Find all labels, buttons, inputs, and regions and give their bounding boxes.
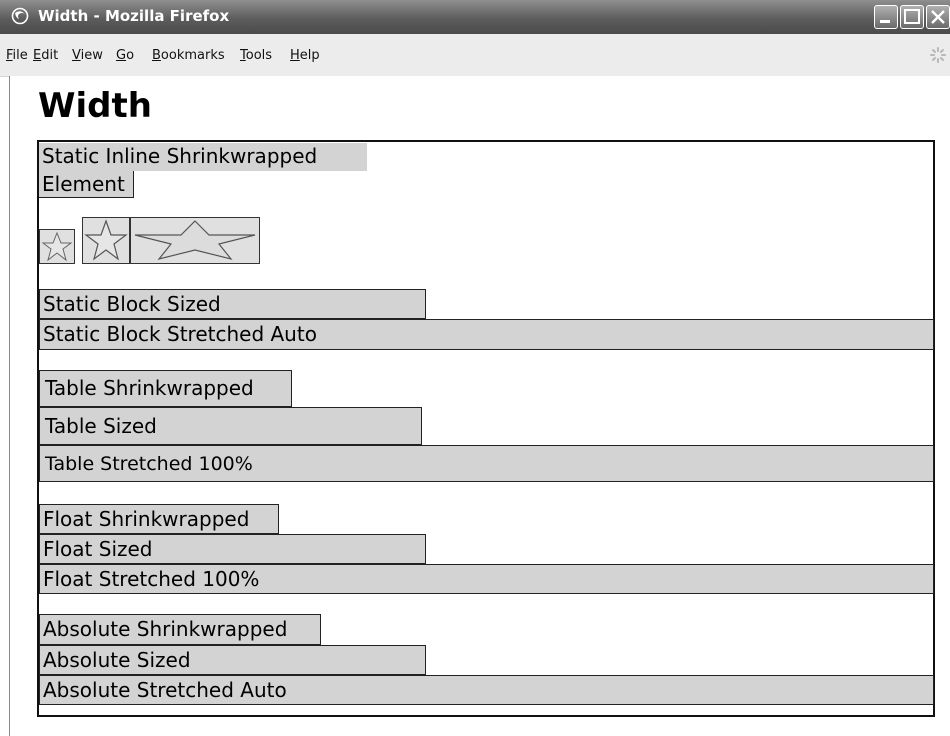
menu-bookmarks[interactable]: Bookmarks — [152, 48, 225, 63]
absolute-sized: Absolute Sized — [39, 645, 426, 675]
table-sized: Table Sized — [39, 407, 422, 445]
menu-view[interactable]: View — [72, 48, 103, 63]
page-title: Width — [38, 86, 152, 126]
star-icon — [134, 220, 256, 261]
float-stretched: Float Stretched 100% — [39, 564, 934, 594]
throbber-icon — [930, 47, 946, 63]
star-icon — [84, 219, 128, 261]
menu-file[interactable]: File — [6, 48, 28, 63]
table-shrinkwrapped: Table Shrinkwrapped — [39, 370, 292, 407]
static-inline-line1: Static Inline Shrinkwrapped — [39, 143, 367, 171]
absolute-stretched: Absolute Stretched Auto — [39, 675, 934, 705]
float-sized: Float Sized — [39, 534, 426, 564]
static-inline-line2: Element — [39, 171, 134, 198]
menu-tools[interactable]: Tools — [240, 48, 272, 63]
table-stretched: Table Stretched 100% — [39, 445, 934, 482]
star-icon — [41, 231, 73, 262]
firefox-icon — [11, 7, 29, 25]
close-icon — [931, 10, 945, 24]
title-bar[interactable]: Width - Mozilla Firefox — [0, 0, 950, 34]
static-block-sized: Static Block Sized — [39, 289, 426, 319]
close-button[interactable] — [926, 5, 950, 29]
menu-help[interactable]: Help — [290, 48, 320, 63]
minimize-icon — [880, 20, 890, 23]
menu-bar: File Edit View Go Bookmarks Tools Help — [0, 34, 950, 77]
menu-edit[interactable]: Edit — [33, 48, 58, 63]
minimize-button[interactable] — [874, 5, 898, 29]
float-shrinkwrapped: Float Shrinkwrapped — [39, 504, 279, 534]
star-image-small — [39, 229, 75, 264]
menu-go[interactable]: Go — [116, 48, 134, 63]
absolute-shrinkwrapped: Absolute Shrinkwrapped — [39, 614, 321, 645]
window-title: Width - Mozilla Firefox — [38, 7, 230, 25]
static-block-stretched: Static Block Stretched Auto — [39, 319, 934, 350]
browser-window: Width - Mozilla Firefox File Edit View G… — [0, 0, 950, 736]
maximize-button[interactable] — [900, 5, 924, 29]
maximize-icon — [904, 9, 920, 24]
star-image-stretched — [130, 217, 260, 264]
star-image-medium — [82, 217, 130, 264]
